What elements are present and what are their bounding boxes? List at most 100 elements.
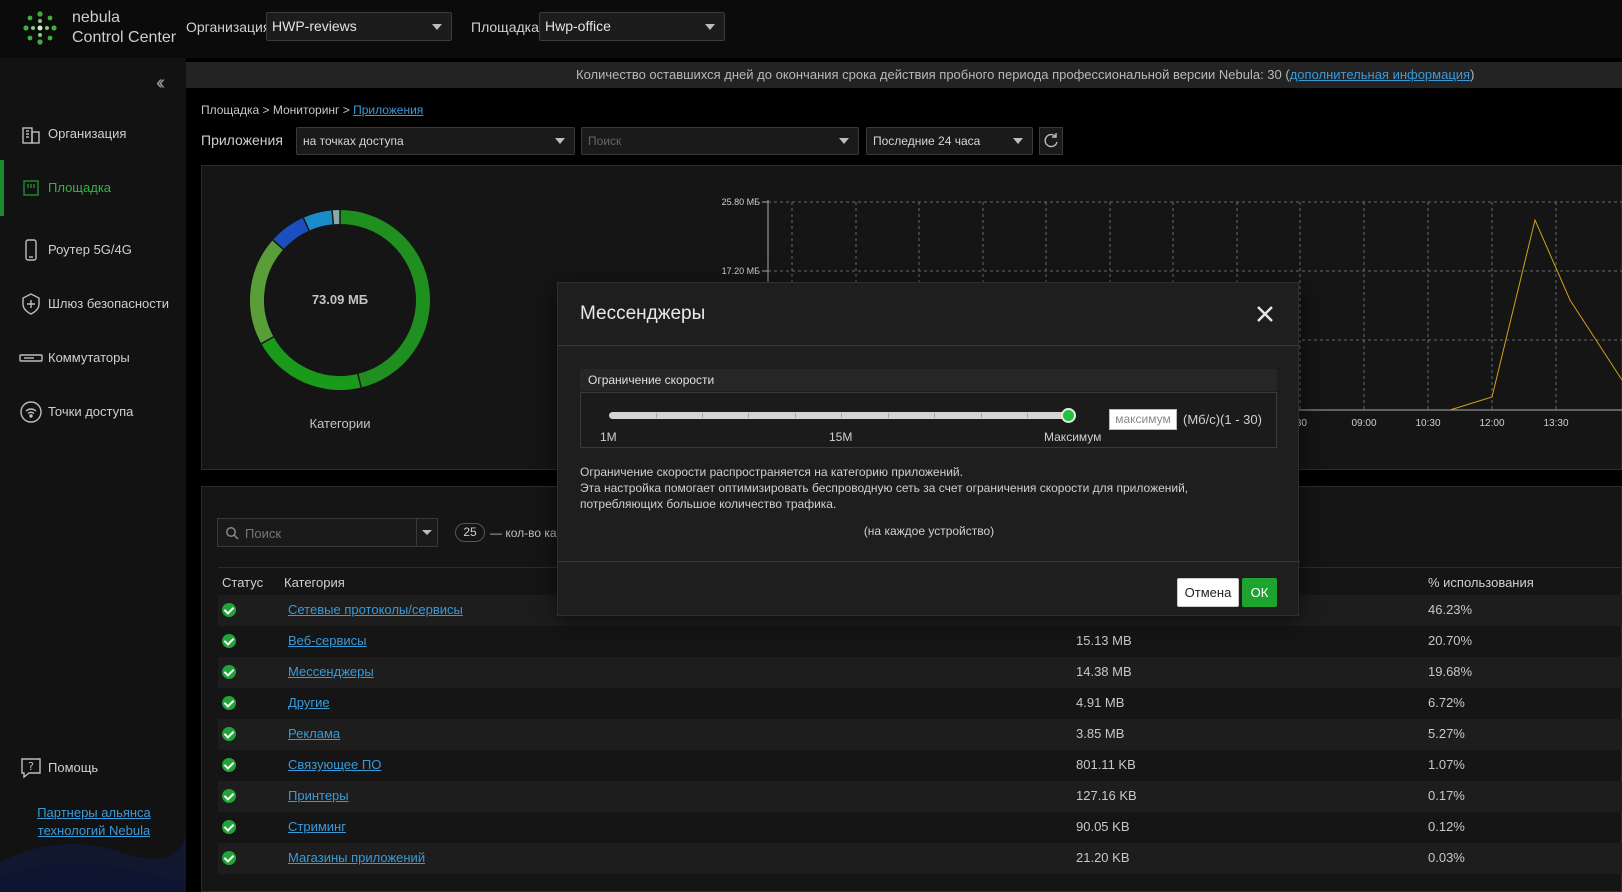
chevron-down-icon: [1013, 138, 1023, 144]
column-header-usage-pct[interactable]: % использования: [1428, 575, 1534, 590]
site-select[interactable]: Hwp-office: [539, 12, 725, 41]
breadcrumb-current[interactable]: Приложения: [353, 103, 423, 117]
usage-percent: 0.17%: [1428, 788, 1465, 803]
category-link[interactable]: Принтеры: [288, 788, 349, 803]
breadcrumb: Площадка > Мониторинг > Приложения: [201, 103, 423, 117]
traffic-series-line: [1449, 218, 1622, 411]
column-header-category[interactable]: Категория: [284, 575, 345, 590]
description-line: Эта настройка помогает оптимизировать бе…: [580, 481, 1189, 495]
category-link[interactable]: Сетевые протоколы/сервисы: [288, 602, 463, 617]
donut-segment[interactable]: [303, 210, 334, 231]
rate-limit-dialog: Мессенджеры Ограничение скорости 1M 15M …: [557, 282, 1300, 616]
table-row: Стриминг 90.05 KB 0.12%: [218, 812, 1622, 843]
status-ok-icon: [222, 696, 236, 710]
sidebar-item-switches[interactable]: Коммутаторы: [0, 340, 186, 376]
help-icon: ?: [21, 758, 41, 779]
status-ok-icon: [222, 603, 236, 617]
y-tick-label: 25.80 МБ: [722, 197, 761, 207]
sidebar-item-label: Площадка: [48, 180, 112, 195]
x-tick-label: 10:30: [1415, 418, 1440, 429]
decorative-wave: [0, 832, 186, 892]
rate-limit-slider-handle[interactable]: [1061, 408, 1076, 423]
usage-percent: 0.03%: [1428, 850, 1465, 865]
table-row: Магазины приложений 21.20 KB 0.03%: [218, 843, 1622, 874]
sidebar-item-site[interactable]: Площадка: [0, 160, 186, 216]
donut-segment[interactable]: [250, 240, 284, 344]
category-link[interactable]: Реклама: [288, 726, 340, 741]
app-search-select[interactable]: Поиск: [581, 127, 859, 155]
sidebar-item-label: Коммутаторы: [48, 350, 130, 365]
donut-segment[interactable]: [272, 217, 310, 250]
help-label: Помощь: [48, 760, 99, 775]
rate-limit-slider-track[interactable]: [609, 412, 1069, 419]
usage-value: 4.91 MB: [1076, 695, 1125, 710]
usage-percent: 1.07%: [1428, 757, 1465, 772]
table-search-input[interactable]: Поиск: [217, 518, 417, 547]
usage-value: 3.85 MB: [1076, 726, 1125, 741]
usage-percent: 20.70%: [1428, 633, 1473, 648]
status-ok-icon: [222, 820, 236, 834]
category-link[interactable]: Стриминг: [288, 819, 346, 834]
brand-line-2: Control Center: [72, 29, 177, 46]
slider-tick: [702, 413, 703, 418]
shield-icon: [22, 293, 40, 315]
donut-total-value: 73.09 МБ: [311, 292, 369, 307]
sidebar-item-access-points[interactable]: Точки доступа: [0, 394, 186, 430]
sidebar-item-label: Роутер 5G/4G: [48, 242, 132, 257]
page-title: Приложения: [201, 132, 283, 148]
description-line: потребляющих большое количество трафика.: [580, 497, 837, 511]
sidebar: ‹‹ Организация Площадка Роутер 5G/4G Шлю…: [0, 58, 186, 892]
cancel-button[interactable]: Отмена: [1177, 578, 1239, 607]
usage-value: 127.16 KB: [1076, 788, 1137, 803]
slider-tick: [981, 413, 982, 418]
column-header-status[interactable]: Статус: [222, 575, 263, 590]
chevron-down-icon: [705, 24, 715, 30]
site-label: Площадка:: [471, 19, 543, 35]
refresh-button[interactable]: [1039, 127, 1063, 155]
brand-name: nebula Control Center: [72, 8, 176, 48]
category-link[interactable]: Связующее ПО: [288, 757, 381, 772]
slider-max-label: Максимум: [1044, 430, 1102, 444]
collapse-sidebar-icon[interactable]: ‹‹: [156, 72, 166, 95]
site-select-value: Hwp-office: [545, 18, 611, 34]
help-link[interactable]: ? Помощь: [0, 750, 186, 786]
dialog-description: Ограничение скорости распространяется на…: [580, 464, 1270, 512]
usage-value: 21.20 KB: [1076, 850, 1130, 865]
org-select-value: HWP-reviews: [272, 18, 357, 34]
sidebar-item-security-gateway[interactable]: Шлюз безопасности: [0, 286, 186, 322]
dialog-divider: [558, 561, 1300, 562]
x-tick-label: 09:00: [1351, 418, 1376, 429]
per-device-note: (на каждое устройство): [863, 524, 995, 538]
usage-percent: 6.72%: [1428, 695, 1465, 710]
table-row: Мессенджеры 14.38 MB 19.68%: [218, 657, 1622, 688]
table-row: Веб-сервисы 15.13 MB 20.70%: [218, 626, 1622, 657]
scope-select[interactable]: на точках доступа: [296, 127, 575, 155]
sidebar-item-router[interactable]: Роутер 5G/4G: [0, 232, 186, 268]
category-count-badge: 25: [455, 523, 485, 542]
period-select[interactable]: Последние 24 часа: [866, 127, 1033, 155]
category-link[interactable]: Веб-сервисы: [288, 633, 367, 648]
category-link[interactable]: Другие: [288, 695, 330, 710]
more-info-link[interactable]: дополнительная информация: [1290, 67, 1470, 82]
chevron-down-icon: [432, 24, 442, 30]
dialog-divider: [558, 345, 1300, 346]
search-options-button[interactable]: [416, 518, 438, 547]
donut-caption: Категории: [309, 416, 371, 431]
donut-segment[interactable]: [261, 336, 362, 390]
table-row: Реклама 3.85 MB 5.27%: [218, 719, 1622, 750]
usage-value: 15.13 MB: [1076, 633, 1132, 648]
org-select[interactable]: HWP-reviews: [266, 12, 452, 41]
category-link[interactable]: Магазины приложений: [288, 850, 425, 865]
category-link[interactable]: Мессенджеры: [288, 664, 374, 679]
sidebar-item-organization[interactable]: Организация: [0, 116, 186, 152]
ok-button[interactable]: ОК: [1242, 578, 1277, 607]
table-search-placeholder: Поиск: [245, 526, 282, 541]
close-icon[interactable]: [1254, 303, 1276, 325]
trial-banner: Количество оставшихся дней до окончания …: [186, 62, 1622, 88]
usage-percent: 5.27%: [1428, 726, 1465, 741]
nebula-logo-icon: [23, 11, 57, 45]
building-icon: [22, 127, 40, 144]
app-search-placeholder: Поиск: [588, 134, 622, 148]
rate-limit-input[interactable]: максимум: [1109, 409, 1177, 430]
slider-tick: [841, 413, 842, 418]
